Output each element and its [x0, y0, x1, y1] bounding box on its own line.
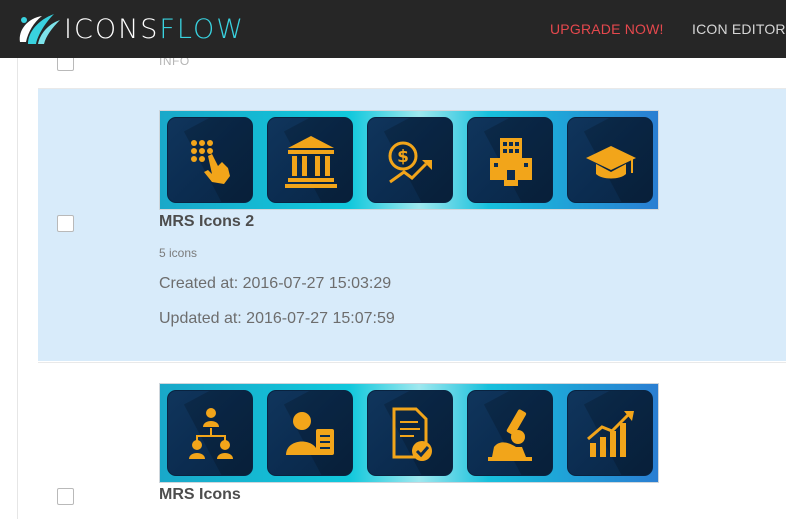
icon-tile: [567, 117, 653, 203]
logo-wordmark: ICONSFLOW: [64, 14, 245, 45]
icon-set-title[interactable]: MRS Icons 2: [159, 213, 254, 231]
icon-editor-link[interactable]: ICON EDITOR: [692, 21, 786, 37]
icon-set-checkbox[interactable]: [57, 215, 74, 232]
bank-icon: [285, 136, 337, 188]
icon-set-preview[interactable]: $: [159, 110, 659, 210]
bar-chart-growth-icon: [587, 411, 634, 457]
icon-tile: $: [367, 117, 453, 203]
keypad-touch-icon: [191, 140, 230, 184]
icon-sets-list: INFO $ MRS Icons 2 5 icons Created at: 2…: [0, 58, 786, 519]
microscope-icon: [488, 409, 532, 461]
left-divider: [17, 58, 18, 519]
icon-tile: [167, 390, 253, 476]
icon-set-checkbox[interactable]: [57, 488, 74, 505]
icon-tile: [467, 117, 553, 203]
icon-tile: [467, 390, 553, 476]
icon-tile: [267, 390, 353, 476]
icon-set-created-at: Created at: 2016-07-27 15:03:29: [159, 275, 392, 292]
document-check-icon: [392, 407, 432, 461]
upgrade-now-link[interactable]: UPGRADE NOW!: [550, 21, 664, 37]
user-clipboard-icon: [286, 412, 334, 455]
icon-tile: [167, 117, 253, 203]
iconsflow-logo-icon: [19, 14, 60, 44]
top-navigation-bar: ICONSFLOW UPGRADE NOW! ICON EDITOR: [0, 0, 786, 58]
dollar-growth-icon: $: [388, 141, 432, 184]
icon-set-updated-at: Updated at: 2016-07-27 15:07:59: [159, 310, 395, 327]
icon-set-preview[interactable]: [159, 383, 659, 483]
logo-icons-text: ICONS: [64, 13, 160, 45]
logo-flow-text: FLOW: [159, 13, 245, 45]
hotel-building-icon: [490, 138, 532, 186]
icon-tile: [267, 117, 353, 203]
row-divider: [38, 362, 786, 363]
icon-tile: [567, 390, 653, 476]
select-all-checkbox[interactable]: [57, 58, 74, 71]
icon-set-title[interactable]: MRS Icons: [159, 486, 241, 504]
svg-text:$: $: [397, 147, 409, 167]
graduation-cap-icon: [586, 146, 636, 179]
info-column-header: INFO: [159, 58, 190, 68]
icon-tile: [367, 390, 453, 476]
icon-set-count: 5 icons: [159, 246, 198, 260]
iconsflow-logo[interactable]: ICONSFLOW: [14, 8, 245, 50]
team-hierarchy-icon: [189, 408, 233, 459]
